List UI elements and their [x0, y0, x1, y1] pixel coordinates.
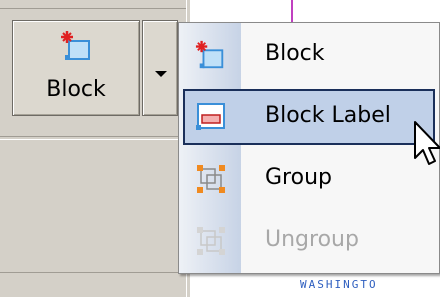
menu-item-block[interactable]: Block [183, 27, 435, 83]
menu-item-group[interactable]: Group [183, 151, 435, 207]
toolbar-top-divider [0, 0, 186, 9]
ungroup-icon [197, 227, 225, 255]
block-label-icon [196, 103, 225, 130]
group-icon [197, 165, 225, 193]
toolbar-panel: Block [0, 0, 190, 297]
block-icon [61, 31, 90, 60]
menu-item-label: Block Label [265, 103, 391, 128]
block-button-label: Block [46, 77, 106, 102]
toolbar-bottom-line [0, 272, 186, 273]
menu-item-label: Group [265, 165, 332, 190]
canvas-label: WASHINGTO [300, 278, 378, 291]
block-dropdown-button[interactable] [142, 20, 178, 116]
mouse-pointer-icon [414, 121, 440, 165]
menu-item-label: Ungroup [265, 227, 359, 252]
toolbar-separator [0, 136, 186, 140]
menu-item-block-label[interactable]: Block Label [183, 89, 435, 145]
block-dropdown-menu: Block Block Label Group Ungroup [178, 22, 440, 274]
menu-item-label: Block [265, 41, 325, 66]
menu-item-ungroup[interactable]: Ungroup [183, 213, 435, 269]
dropdown-arrow-icon [155, 71, 167, 77]
block-button[interactable]: Block [12, 20, 140, 116]
block-icon [195, 40, 224, 69]
